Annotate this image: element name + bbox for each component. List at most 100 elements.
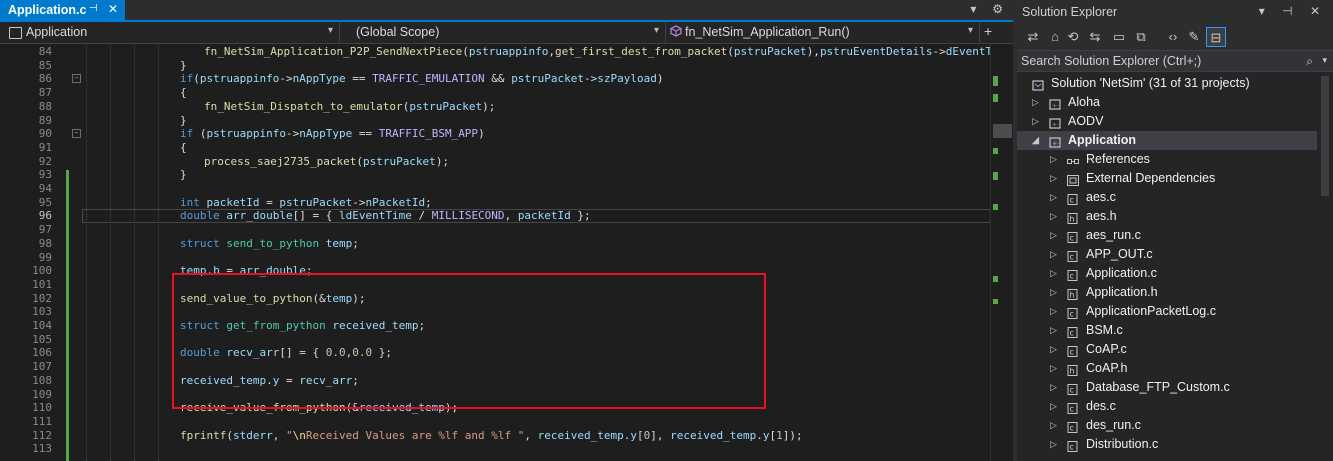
expand-arrow-icon[interactable]: ▷ xyxy=(1032,112,1039,131)
window-controls[interactable]: ▾ ⊣ ✕ xyxy=(1259,4,1327,18)
tree-item-aes-run-c[interactable]: ▷ c aes_run.c xyxy=(1017,226,1317,245)
collapse-toggle[interactable]: − xyxy=(72,74,81,83)
home-icon[interactable]: ⌂ xyxy=(1045,27,1065,47)
expand-arrow-icon[interactable]: ▷ xyxy=(1050,150,1057,169)
h-file-icon: h xyxy=(1067,211,1079,224)
code-line[interactable]: 111 xyxy=(0,415,990,429)
change-marker xyxy=(993,299,998,304)
svg-text:c: c xyxy=(1070,348,1074,357)
scroll-thumb[interactable] xyxy=(993,124,1012,138)
sync-icon[interactable]: ⇄ xyxy=(1023,27,1043,47)
expand-arrow-icon[interactable]: ▷ xyxy=(1032,93,1039,112)
expand-arrow-icon[interactable]: ▷ xyxy=(1050,416,1057,435)
tree-item-app-out-c[interactable]: ▷ c APP_OUT.c xyxy=(1017,245,1317,264)
expand-arrow-icon[interactable]: ▷ xyxy=(1050,245,1057,264)
tree-item-references[interactable]: ▷ References xyxy=(1017,150,1317,169)
code-line[interactable]: 95 int packetId = pstruPacket->nPacketId; xyxy=(0,196,990,210)
c-file-icon: c xyxy=(1067,192,1079,205)
code-line[interactable]: 85} xyxy=(0,59,990,73)
show-all-files-icon[interactable]: ⧉ xyxy=(1131,27,1151,47)
expand-arrow-icon[interactable]: ▷ xyxy=(1050,169,1057,188)
tree-item-label: Distribution.c xyxy=(1086,437,1159,451)
tree-item-des-c[interactable]: ▷ c des.c xyxy=(1017,397,1317,416)
scroll-thumb[interactable] xyxy=(1321,76,1329,196)
tab-application-c[interactable]: Application.c ⊣ ✕ xyxy=(0,0,125,22)
expand-arrow-icon[interactable]: ◢ xyxy=(1032,131,1039,150)
project-icon: ++ xyxy=(1049,135,1063,148)
code-line[interactable]: 86 if(pstruappinfo->nAppType == TRAFFIC_E… xyxy=(0,72,990,86)
tab-options-icon[interactable]: ▾ ⚙ xyxy=(970,2,1009,16)
preview-selected-icon[interactable]: ⊟ xyxy=(1206,27,1226,47)
expand-arrow-icon[interactable]: ▷ xyxy=(1050,340,1057,359)
svg-text:++: ++ xyxy=(1052,121,1061,129)
expand-arrow-icon[interactable]: ▷ xyxy=(1050,435,1057,454)
tree-item-distribution-c[interactable]: ▷ c Distribution.c xyxy=(1017,435,1317,454)
code-text: double arr_double[] = { ldEventTime / MI… xyxy=(180,209,591,223)
code-line[interactable]: 98 struct send_to_python temp; xyxy=(0,237,990,251)
pin-icon[interactable]: ⊣ xyxy=(89,3,98,14)
history-icon[interactable]: ⟲ xyxy=(1063,27,1083,47)
tree-item-des-run-c[interactable]: ▷ c des_run.c xyxy=(1017,416,1317,435)
expand-arrow-icon[interactable]: ▷ xyxy=(1050,302,1057,321)
tree-item-solution-netsim-31-of-31-projects[interactable]: Solution 'NetSim' (31 of 31 projects) xyxy=(1017,74,1317,93)
tree-item-external-dependencies[interactable]: ▷ External Dependencies xyxy=(1017,169,1317,188)
tree-item-aloha[interactable]: ▷ ++ Aloha xyxy=(1017,93,1317,112)
expand-arrow-icon[interactable]: ▷ xyxy=(1050,188,1057,207)
solution-search-box[interactable]: ⌕ ▾ xyxy=(1017,50,1333,72)
function-dropdown[interactable]: fn_NetSim_Application_Run() ▾ xyxy=(666,22,980,43)
tree-item-application-h[interactable]: ▷ h Application.h xyxy=(1017,283,1317,302)
expand-arrow-icon[interactable]: ▷ xyxy=(1050,226,1057,245)
code-line[interactable]: 96 double arr_double[] = { ldEventTime / … xyxy=(0,209,990,223)
code-line[interactable]: 112 fprintf(stderr, "\nReceived Values ar… xyxy=(0,429,990,443)
collapse-toggle[interactable]: − xyxy=(72,129,81,138)
split-editor-icon[interactable]: + xyxy=(984,23,992,39)
tree-item-aodv[interactable]: ▷ ++ AODV xyxy=(1017,112,1317,131)
tree-item-application-c[interactable]: ▷ c Application.c xyxy=(1017,264,1317,283)
collapse-all-icon[interactable]: ▭ xyxy=(1109,27,1129,47)
code-line[interactable]: 113 xyxy=(0,442,990,456)
search-input[interactable] xyxy=(1021,52,1291,70)
code-line[interactable]: 92 process_saej2735_packet(pstruPacket); xyxy=(0,155,990,169)
tree-item-aes-h[interactable]: ▷ h aes.h xyxy=(1017,207,1317,226)
close-icon[interactable]: ✕ xyxy=(108,2,118,16)
solution-explorer-scrollbar[interactable] xyxy=(1317,72,1333,461)
expand-arrow-icon[interactable]: ▷ xyxy=(1050,378,1057,397)
line-number: 107 xyxy=(32,360,52,374)
scope-dropdown[interactable]: (Global Scope) ▾ xyxy=(340,22,666,43)
view-code-icon[interactable]: ‹› xyxy=(1163,27,1183,47)
dependencies-icon xyxy=(1067,173,1079,186)
code-line[interactable]: 88 fn_NetSim_Dispatch_to_emulator(pstruPa… xyxy=(0,100,990,114)
code-line[interactable]: 84 fn_NetSim_Application_P2P_SendNextPiec… xyxy=(0,45,1026,59)
switch-views-icon[interactable]: ⇆ xyxy=(1085,27,1105,47)
expand-arrow-icon[interactable]: ▷ xyxy=(1050,264,1057,283)
expand-arrow-icon[interactable]: ▷ xyxy=(1050,359,1057,378)
tree-item-application[interactable]: ◢ ++ Application xyxy=(1017,131,1317,150)
expand-arrow-icon[interactable]: ▷ xyxy=(1050,397,1057,416)
tree-item-database-ftp-custom-c[interactable]: ▷ c Database_FTP_Custom.c xyxy=(1017,378,1317,397)
code-line[interactable]: 93} xyxy=(0,168,990,182)
code-line[interactable]: 91 { xyxy=(0,141,990,155)
expand-arrow-icon[interactable]: ▷ xyxy=(1050,321,1057,340)
search-icon[interactable]: ⌕ xyxy=(1306,54,1313,69)
tree-item-bsm-c[interactable]: ▷ c BSM.c xyxy=(1017,321,1317,340)
tree-item-coap-h[interactable]: ▷ h CoAP.h xyxy=(1017,359,1317,378)
tree-item-label: Application.h xyxy=(1086,285,1158,299)
code-line[interactable]: 87 { xyxy=(0,86,990,100)
expand-arrow-icon[interactable]: ▷ xyxy=(1050,207,1057,226)
code-line[interactable]: 94 xyxy=(0,182,990,196)
code-line[interactable]: 99 xyxy=(0,251,990,265)
expand-arrow-icon[interactable]: ▷ xyxy=(1050,283,1057,302)
project-dropdown[interactable]: Application ▾ xyxy=(0,22,340,43)
chevron-down-icon[interactable]: ▾ xyxy=(1322,55,1327,66)
code-line[interactable]: 90 if (pstruappinfo->nAppType == TRAFFIC_… xyxy=(0,127,990,141)
tree-item-applicationpacketlog-c[interactable]: ▷ c ApplicationPacketLog.c xyxy=(1017,302,1317,321)
code-text: int packetId = pstruPacket->nPacketId; xyxy=(180,195,432,209)
tree-item-coap-c[interactable]: ▷ c CoAP.c xyxy=(1017,340,1317,359)
code-editor[interactable]: Application.c ⊣ ✕ ▾ ⚙ Application ▾ (Glo… xyxy=(0,0,1026,461)
code-line[interactable]: 89} xyxy=(0,114,990,128)
properties-icon[interactable]: ✎ xyxy=(1184,27,1204,47)
tree-item-aes-c[interactable]: ▷ c aes.c xyxy=(1017,188,1317,207)
editor-vertical-scrollbar[interactable] xyxy=(990,44,1014,461)
line-number: 108 xyxy=(32,373,52,387)
code-line[interactable]: 97 xyxy=(0,223,990,237)
